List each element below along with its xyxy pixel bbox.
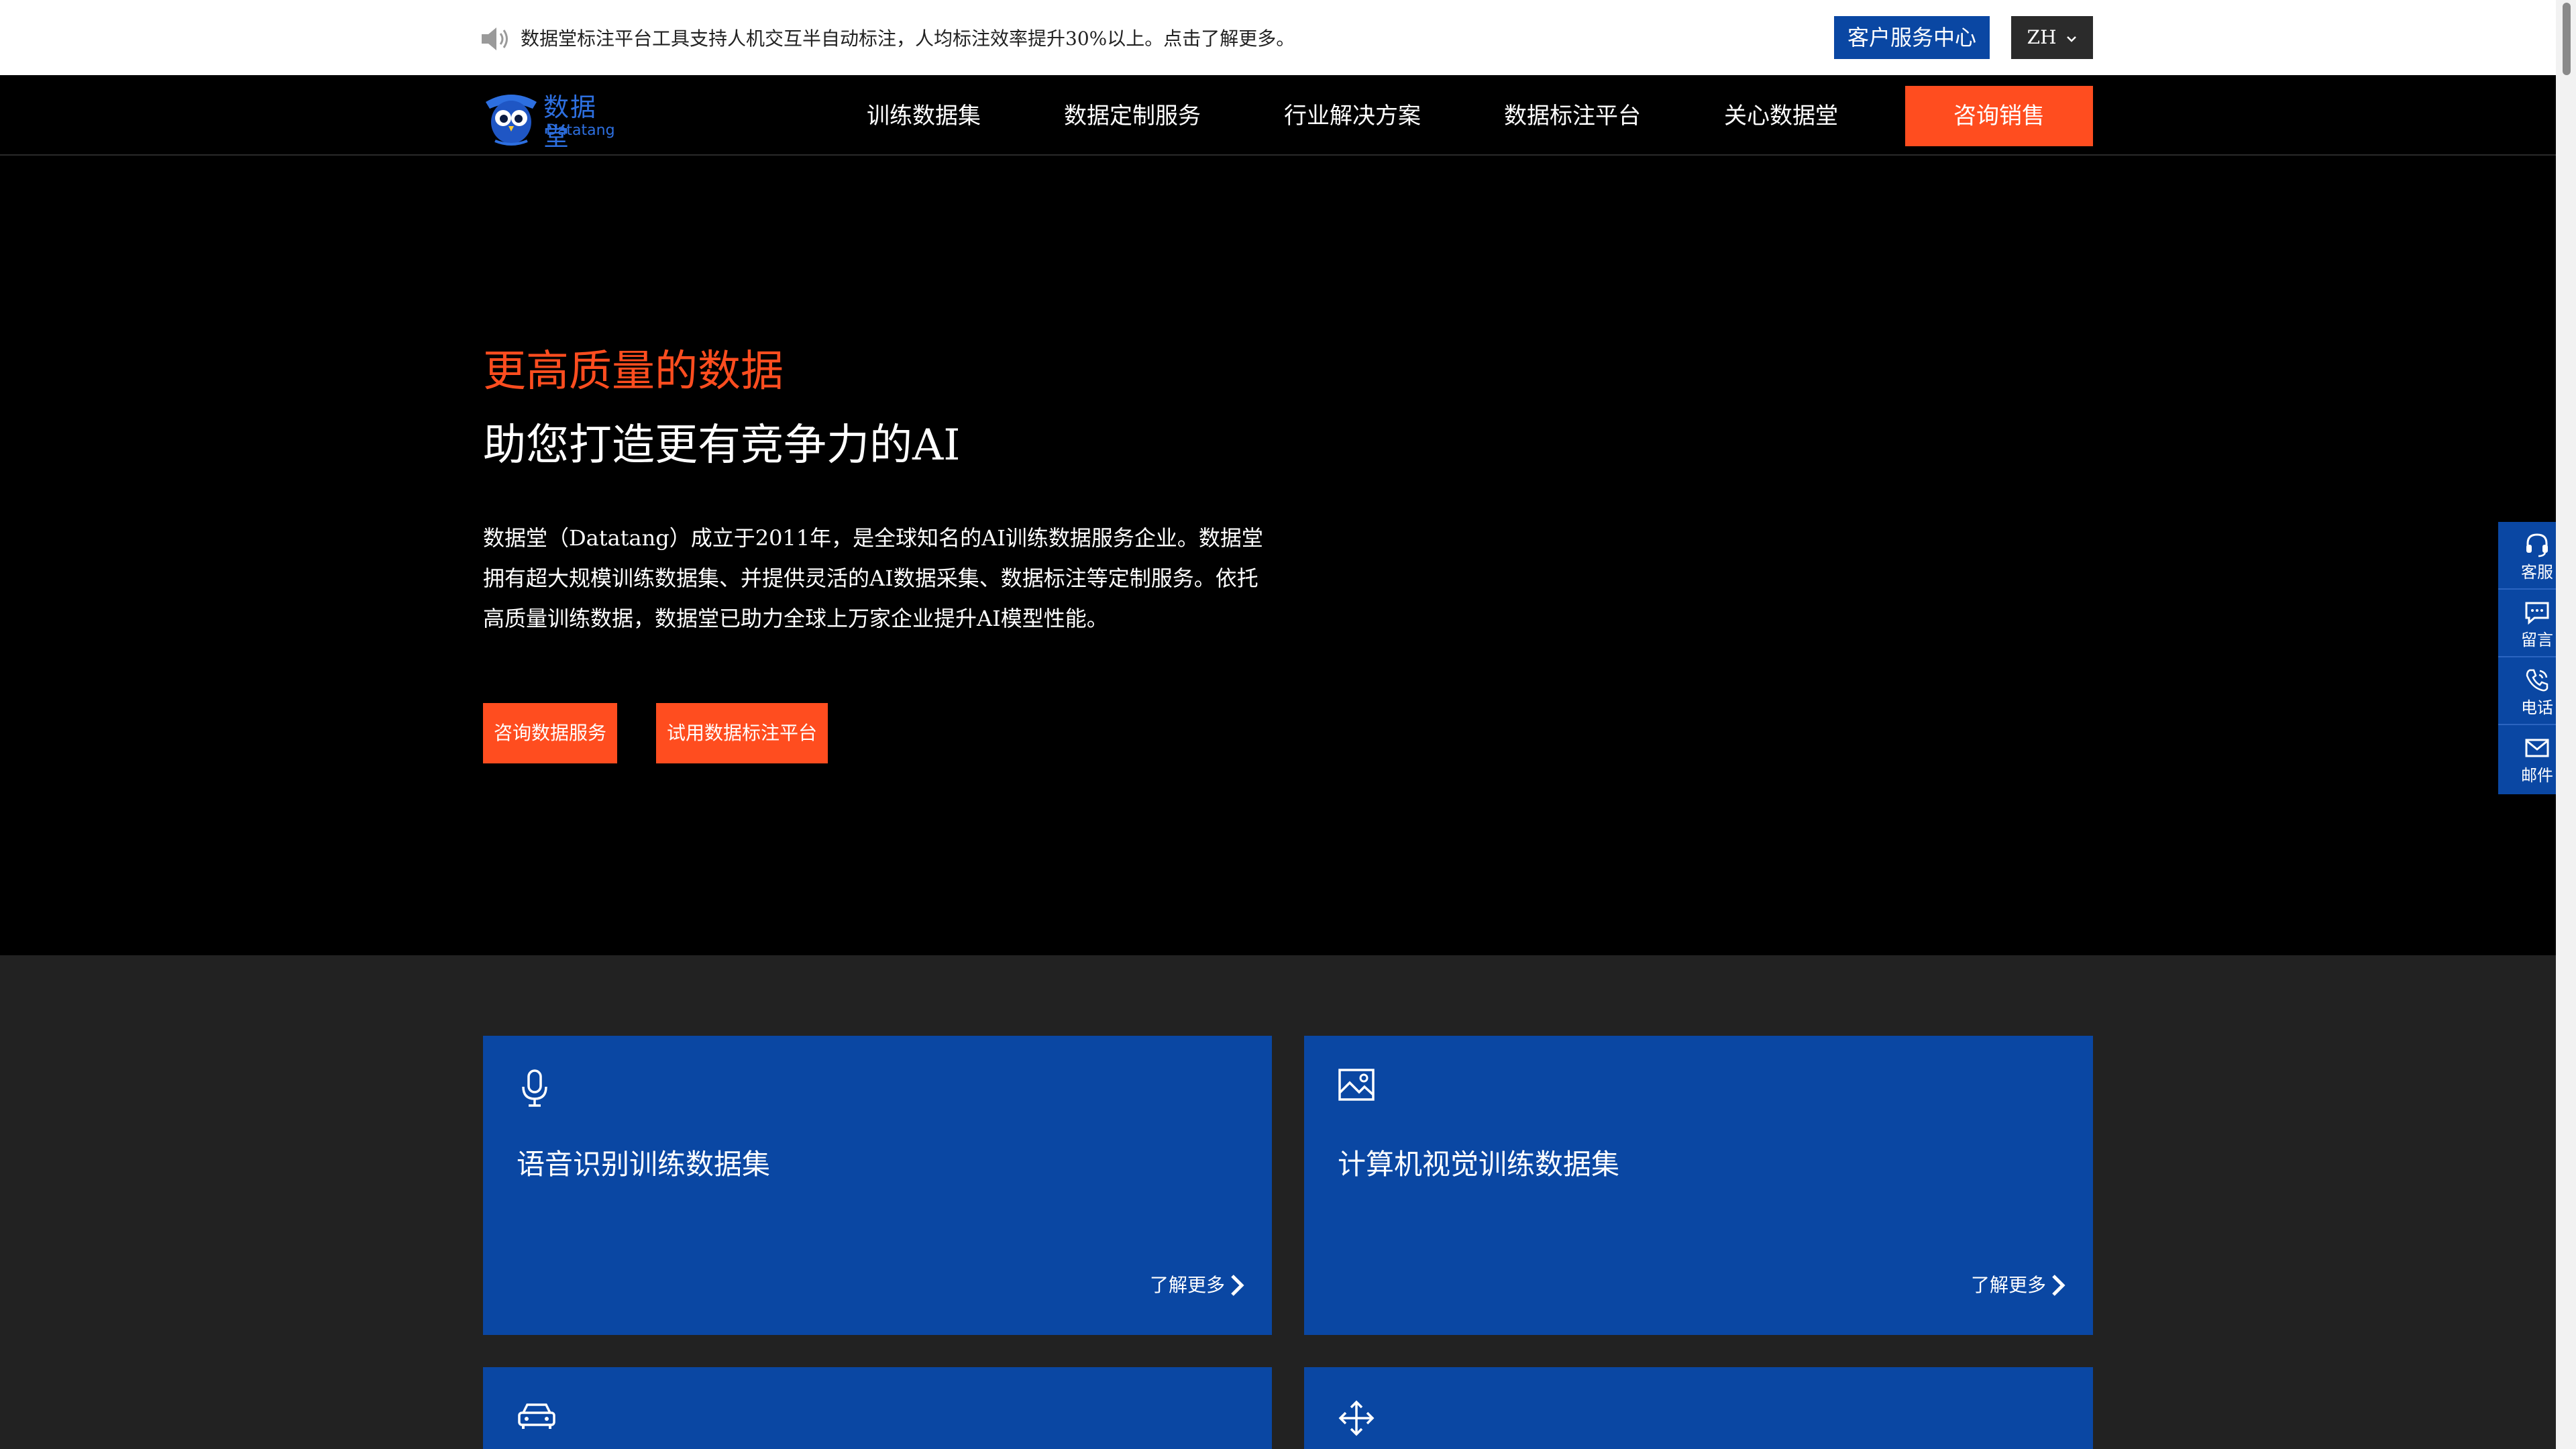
microphone-icon	[522, 1069, 547, 1107]
nav-item-solutions[interactable]: 行业解决方案	[1284, 99, 1421, 133]
learn-more-link[interactable]: 了解更多	[1971, 1272, 2046, 1299]
hero-description: 数据堂（Datatang）成立于2011年，是全球知名的AI训练数据服务企业。数…	[483, 525, 1263, 631]
card-title: 计算机视觉训练数据集	[1338, 1148, 1620, 1181]
page-scrollbar[interactable]	[2556, 0, 2576, 1449]
mail-icon	[2525, 739, 2549, 757]
chevron-right-icon	[1231, 1275, 1244, 1296]
hero-title-accent: 更高质量的数据	[483, 347, 784, 396]
language-selector[interactable]: ZH	[2011, 16, 2093, 59]
nav-item-about[interactable]: 关心数据堂	[1724, 99, 1838, 133]
card-autonomous-driving[interactable]	[483, 1367, 1272, 1449]
owl-logo-icon	[486, 95, 537, 146]
headset-icon	[2526, 533, 2548, 557]
logo-text-en: Datatang	[546, 122, 615, 139]
move-icon	[1338, 1400, 1375, 1436]
message-icon	[2525, 602, 2549, 625]
nav-item-custom-service[interactable]: 数据定制服务	[1064, 99, 1201, 133]
card-movement[interactable]	[1304, 1367, 2093, 1449]
hero-section: 更高质量的数据 助您打造更有竞争力的AI 数据堂（Datatang）成立于201…	[0, 156, 2556, 955]
main-navigation: 数据堂 Datatang 训练数据集 数据定制服务 行业解决方案 数据标注平台 …	[0, 75, 2556, 156]
card-vision-datasets[interactable]: 计算机视觉训练数据集 了解更多	[1304, 1036, 2093, 1335]
dataset-cards-section: 语音识别训练数据集 了解更多 计算机视觉训练数据集 了解更多	[0, 955, 2556, 1449]
hero-title: 助您打造更有竞争力的AI	[483, 421, 961, 470]
announcement-text[interactable]: 数据堂标注平台工具支持人机交互半自动标注，人均标注效率提升30%以上。点击了解更…	[521, 25, 1295, 52]
car-icon	[518, 1403, 555, 1429]
service-center-button[interactable]: 客户服务中心	[1834, 16, 1990, 59]
consult-sales-button[interactable]: 咨询销售	[1905, 86, 2093, 146]
language-label: ZH	[2027, 26, 2057, 48]
nav-item-datasets[interactable]: 训练数据集	[867, 99, 981, 133]
card-title: 语音识别训练数据集	[517, 1148, 771, 1181]
announcement-bar: 数据堂标注平台工具支持人机交互半自动标注，人均标注效率提升30%以上。点击了解更…	[0, 0, 2576, 75]
chevron-down-icon	[2067, 36, 2077, 42]
speaker-icon	[482, 28, 508, 50]
image-icon	[1338, 1069, 1375, 1101]
consult-data-service-button[interactable]: 咨询数据服务	[483, 703, 617, 763]
try-annotation-platform-button[interactable]: 试用数据标注平台	[656, 703, 828, 763]
logo[interactable]: 数据堂 Datatang	[482, 89, 616, 152]
learn-more-link[interactable]: 了解更多	[1150, 1272, 1225, 1299]
nav-item-annotation-platform[interactable]: 数据标注平台	[1504, 99, 1641, 133]
page-scrollbar-thumb[interactable]	[2563, 3, 2571, 75]
card-speech-datasets[interactable]: 语音识别训练数据集 了解更多	[483, 1036, 1272, 1335]
chevron-right-icon	[2052, 1275, 2065, 1296]
phone-icon	[2526, 669, 2548, 692]
